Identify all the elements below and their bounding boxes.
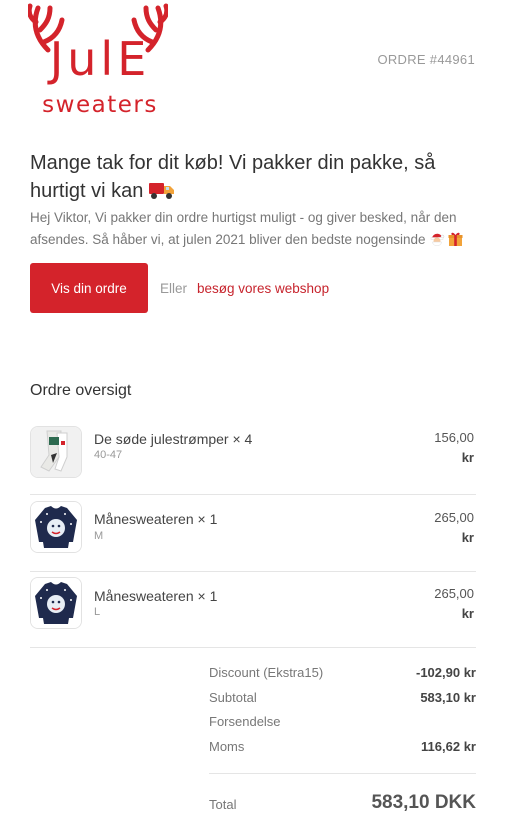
- visit-webshop-link[interactable]: besøg vores webshop: [197, 281, 329, 296]
- gift-emoji-icon: [448, 231, 463, 254]
- shipping-label: Forsendelse: [209, 714, 281, 729]
- total-label: Total: [209, 797, 237, 812]
- order-number: ORDRE #44961: [377, 52, 475, 67]
- total-value: 583,10 DKK: [371, 792, 476, 813]
- item-price: 156,00 kr: [434, 428, 474, 468]
- item-currency: kr: [461, 530, 474, 545]
- discount-label: Discount (Ekstra15): [209, 665, 324, 680]
- subtotal-row: Subtotal 583,10 kr: [209, 687, 476, 712]
- page-title: Mange tak for dit køb! Vi pakker din pak…: [30, 149, 470, 208]
- vat-row: Moms 116,62 kr: [209, 736, 476, 761]
- brand-logo: JulE sweaters: [26, 0, 170, 122]
- item-currency: kr: [461, 450, 474, 465]
- view-order-button[interactable]: Vis din ordre: [30, 263, 148, 313]
- intro-message: Hej Viktor, Vi pakker din ordre hurtigst…: [30, 210, 457, 247]
- total-divider: [209, 773, 476, 774]
- sweater-icon: [30, 577, 82, 629]
- subtotal-label: Subtotal: [209, 689, 257, 705]
- order-item-row: Månesweateren × 1 M 265,00 kr: [30, 495, 476, 572]
- headline-text: Mange tak for dit køb! Vi pakker din pak…: [30, 152, 436, 202]
- logo-word-sweaters: sweaters: [42, 92, 158, 118]
- vat-label: Moms: [209, 738, 245, 754]
- item-amount: 156,00: [434, 430, 474, 445]
- order-summary-title: Ordre oversigt: [30, 382, 132, 399]
- vat-value: 116,62 kr: [421, 738, 476, 754]
- item-variant: L: [94, 606, 101, 618]
- item-amount: 265,00: [434, 586, 474, 601]
- delivery-truck-icon: [148, 180, 175, 208]
- discount-row: Discount (Ekstra15) -102,90 kr: [209, 662, 476, 687]
- item-amount: 265,00: [434, 510, 474, 525]
- item-variant: 40-47: [94, 449, 123, 461]
- or-label: Eller: [160, 281, 188, 296]
- logo-word-jule: JulE: [49, 32, 151, 86]
- item-variant: M: [94, 530, 104, 542]
- order-item-row: De søde julestrømper × 4 40-47 156,00 kr: [30, 418, 476, 495]
- discount-value: -102,90 kr: [416, 665, 476, 680]
- santa-emoji-icon: [429, 231, 445, 254]
- item-currency: kr: [461, 606, 474, 621]
- sweater-icon: [30, 501, 82, 553]
- shipping-row: Forsendelse: [209, 711, 476, 736]
- order-item-row: Månesweateren × 1 L 265,00 kr: [30, 571, 476, 648]
- item-name: Månesweateren × 1: [94, 511, 218, 527]
- intro-text: Hej Viktor, Vi pakker din ordre hurtigst…: [30, 207, 480, 254]
- totals-table: Discount (Ekstra15) -102,90 kr Subtotal …: [209, 662, 476, 760]
- subtotal-value: 583,10 kr: [420, 689, 476, 705]
- item-price: 265,00 kr: [434, 584, 474, 624]
- item-name: Månesweateren × 1: [94, 588, 218, 604]
- socks-icon: [30, 426, 82, 478]
- item-price: 265,00 kr: [434, 508, 474, 548]
- item-name: De søde julestrømper × 4: [94, 431, 253, 447]
